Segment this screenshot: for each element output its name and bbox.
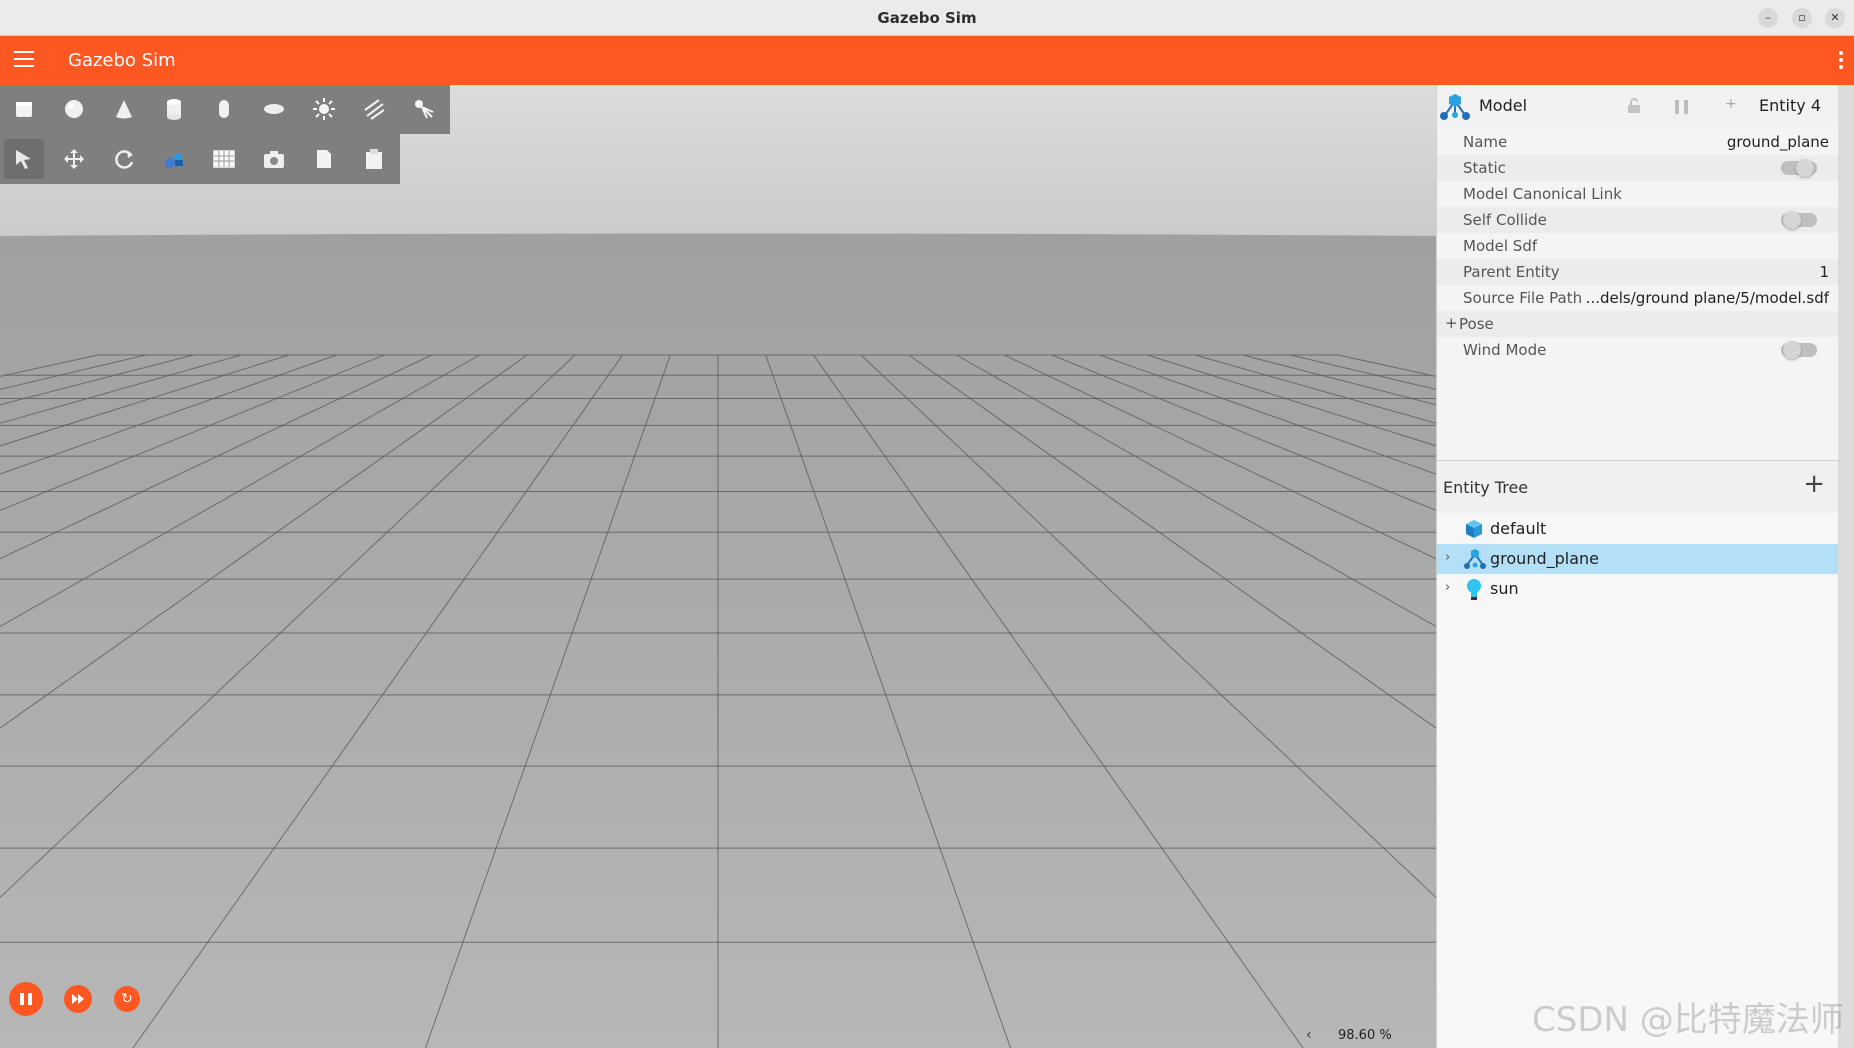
entity-id: Entity 4 — [1759, 96, 1821, 115]
property-parent-entity-row: Parent Entity 1 — [1437, 259, 1839, 285]
pause-icon[interactable] — [9, 982, 43, 1016]
tree-item-label: default — [1490, 519, 1547, 538]
copy-icon[interactable] — [304, 139, 344, 179]
self-collide-toggle[interactable] — [1781, 211, 1817, 229]
property-value: 1 — [1819, 263, 1829, 281]
translate-icon[interactable] — [54, 139, 94, 179]
property-pose-row[interactable]: + Pose — [1437, 311, 1839, 337]
property-label: Parent Entity — [1463, 263, 1560, 281]
entity-tree-header: Entity Tree + — [1437, 461, 1839, 513]
scene-canvas[interactable] — [0, 85, 1436, 1048]
real-time-factor: 98.60 % — [1338, 1028, 1392, 1043]
box-icon[interactable] — [4, 89, 44, 129]
tree-item-label: ground_plane — [1490, 549, 1599, 568]
transform-control-icon[interactable] — [154, 139, 194, 179]
cylinder-icon[interactable] — [154, 89, 194, 129]
property-self-collide-row: Self Collide — [1437, 207, 1839, 233]
point-light-icon[interactable] — [304, 89, 344, 129]
select-icon[interactable] — [4, 139, 44, 179]
watermark-text: CSDN @比特魔法师 — [1532, 1000, 1844, 1040]
capsule-icon[interactable] — [204, 89, 244, 129]
rotate-icon[interactable] — [104, 139, 144, 179]
spot-light-icon[interactable] — [404, 89, 444, 129]
right-panel: Model + Entity 4 Name ground_plane Stati… — [1436, 85, 1839, 1048]
right-panel-scrollbar[interactable] — [1838, 85, 1854, 1048]
hamburger-menu-icon[interactable] — [14, 51, 34, 69]
screenshot-icon[interactable] — [254, 139, 294, 179]
paste-icon[interactable] — [354, 139, 394, 179]
property-label: Model Sdf — [1463, 237, 1538, 255]
tree-item-label: sun — [1490, 579, 1519, 598]
more-options-icon[interactable] — [1834, 48, 1848, 72]
maximize-icon[interactable]: ▫ — [1792, 8, 1812, 28]
property-name-row: Name ground_plane — [1437, 129, 1839, 155]
component-inspector-header: Model + Entity 4 — [1437, 85, 1839, 125]
light-bulb-icon — [1463, 578, 1485, 606]
window-title: Gazebo Sim — [877, 9, 977, 27]
property-label: Name — [1463, 133, 1508, 151]
sphere-icon[interactable] — [54, 89, 94, 129]
property-label: Pose — [1459, 315, 1494, 333]
directional-light-icon[interactable] — [354, 89, 394, 129]
grid-snap-icon[interactable] — [204, 139, 244, 179]
lock-icon[interactable] — [1627, 98, 1641, 118]
minimize-icon[interactable]: – — [1758, 8, 1778, 28]
component-properties: Name ground_plane Static Model Canonical… — [1437, 129, 1839, 363]
static-toggle[interactable] — [1781, 159, 1817, 177]
cone-icon[interactable] — [104, 89, 144, 129]
app-title: Gazebo Sim — [68, 50, 176, 71]
property-wind-mode-row: Wind Mode — [1437, 337, 1839, 363]
property-model-sdf-row: Model Sdf — [1437, 233, 1839, 259]
property-label: Model Canonical Link — [1463, 185, 1622, 203]
wind-mode-toggle[interactable] — [1781, 341, 1817, 359]
shape-toolbar — [0, 85, 450, 134]
window-titlebar: Gazebo Sim – ▫ ✕ — [0, 0, 1854, 36]
close-icon[interactable]: ✕ — [1825, 8, 1845, 28]
entity-tree-title: Entity Tree — [1443, 478, 1529, 497]
ellipsoid-icon[interactable] — [254, 89, 294, 129]
chevron-right-icon[interactable]: › — [1445, 580, 1450, 595]
expand-plus-icon[interactable]: + — [1445, 314, 1458, 332]
tree-item-default[interactable]: default — [1437, 514, 1839, 544]
step-icon[interactable] — [64, 985, 92, 1013]
property-canonical-link-row: Model Canonical Link — [1437, 181, 1839, 207]
chevron-right-icon[interactable]: › — [1445, 550, 1450, 565]
tool-toolbar — [0, 134, 400, 184]
property-label: Self Collide — [1463, 211, 1547, 229]
property-label: Static — [1463, 159, 1506, 177]
add-component-icon[interactable]: + — [1725, 96, 1737, 112]
model-icon — [1439, 93, 1471, 125]
entity-tree-panel: Entity Tree + default › ground_plane › s… — [1437, 460, 1839, 1048]
model-icon — [1463, 548, 1487, 574]
property-value: ground_plane — [1726, 133, 1829, 151]
app-bar: Gazebo Sim — [0, 36, 1854, 85]
property-label: Source File Path — [1463, 289, 1583, 307]
property-label: Wind Mode — [1463, 341, 1547, 359]
reset-icon[interactable]: ↻ — [114, 986, 140, 1012]
tree-item-sun[interactable]: › sun — [1437, 574, 1839, 604]
property-value: ...dels/ground plane/5/model.sdf — [1585, 289, 1829, 307]
collapse-chevron-icon[interactable]: ‹ — [1306, 1027, 1312, 1043]
component-type-label: Model — [1479, 96, 1528, 115]
property-static-row: Static — [1437, 155, 1839, 181]
scene-3d-viewport[interactable]: ↻ ‹ 98.60 % — [0, 85, 1436, 1048]
tree-item-ground-plane[interactable]: › ground_plane — [1437, 544, 1839, 574]
pause-updates-icon[interactable] — [1674, 99, 1690, 118]
entity-tree-list: default › ground_plane › sun — [1437, 514, 1839, 604]
add-entity-icon[interactable]: + — [1803, 471, 1825, 497]
property-source-file-row: Source File Path ...dels/ground plane/5/… — [1437, 285, 1839, 311]
world-cube-icon — [1463, 518, 1485, 544]
